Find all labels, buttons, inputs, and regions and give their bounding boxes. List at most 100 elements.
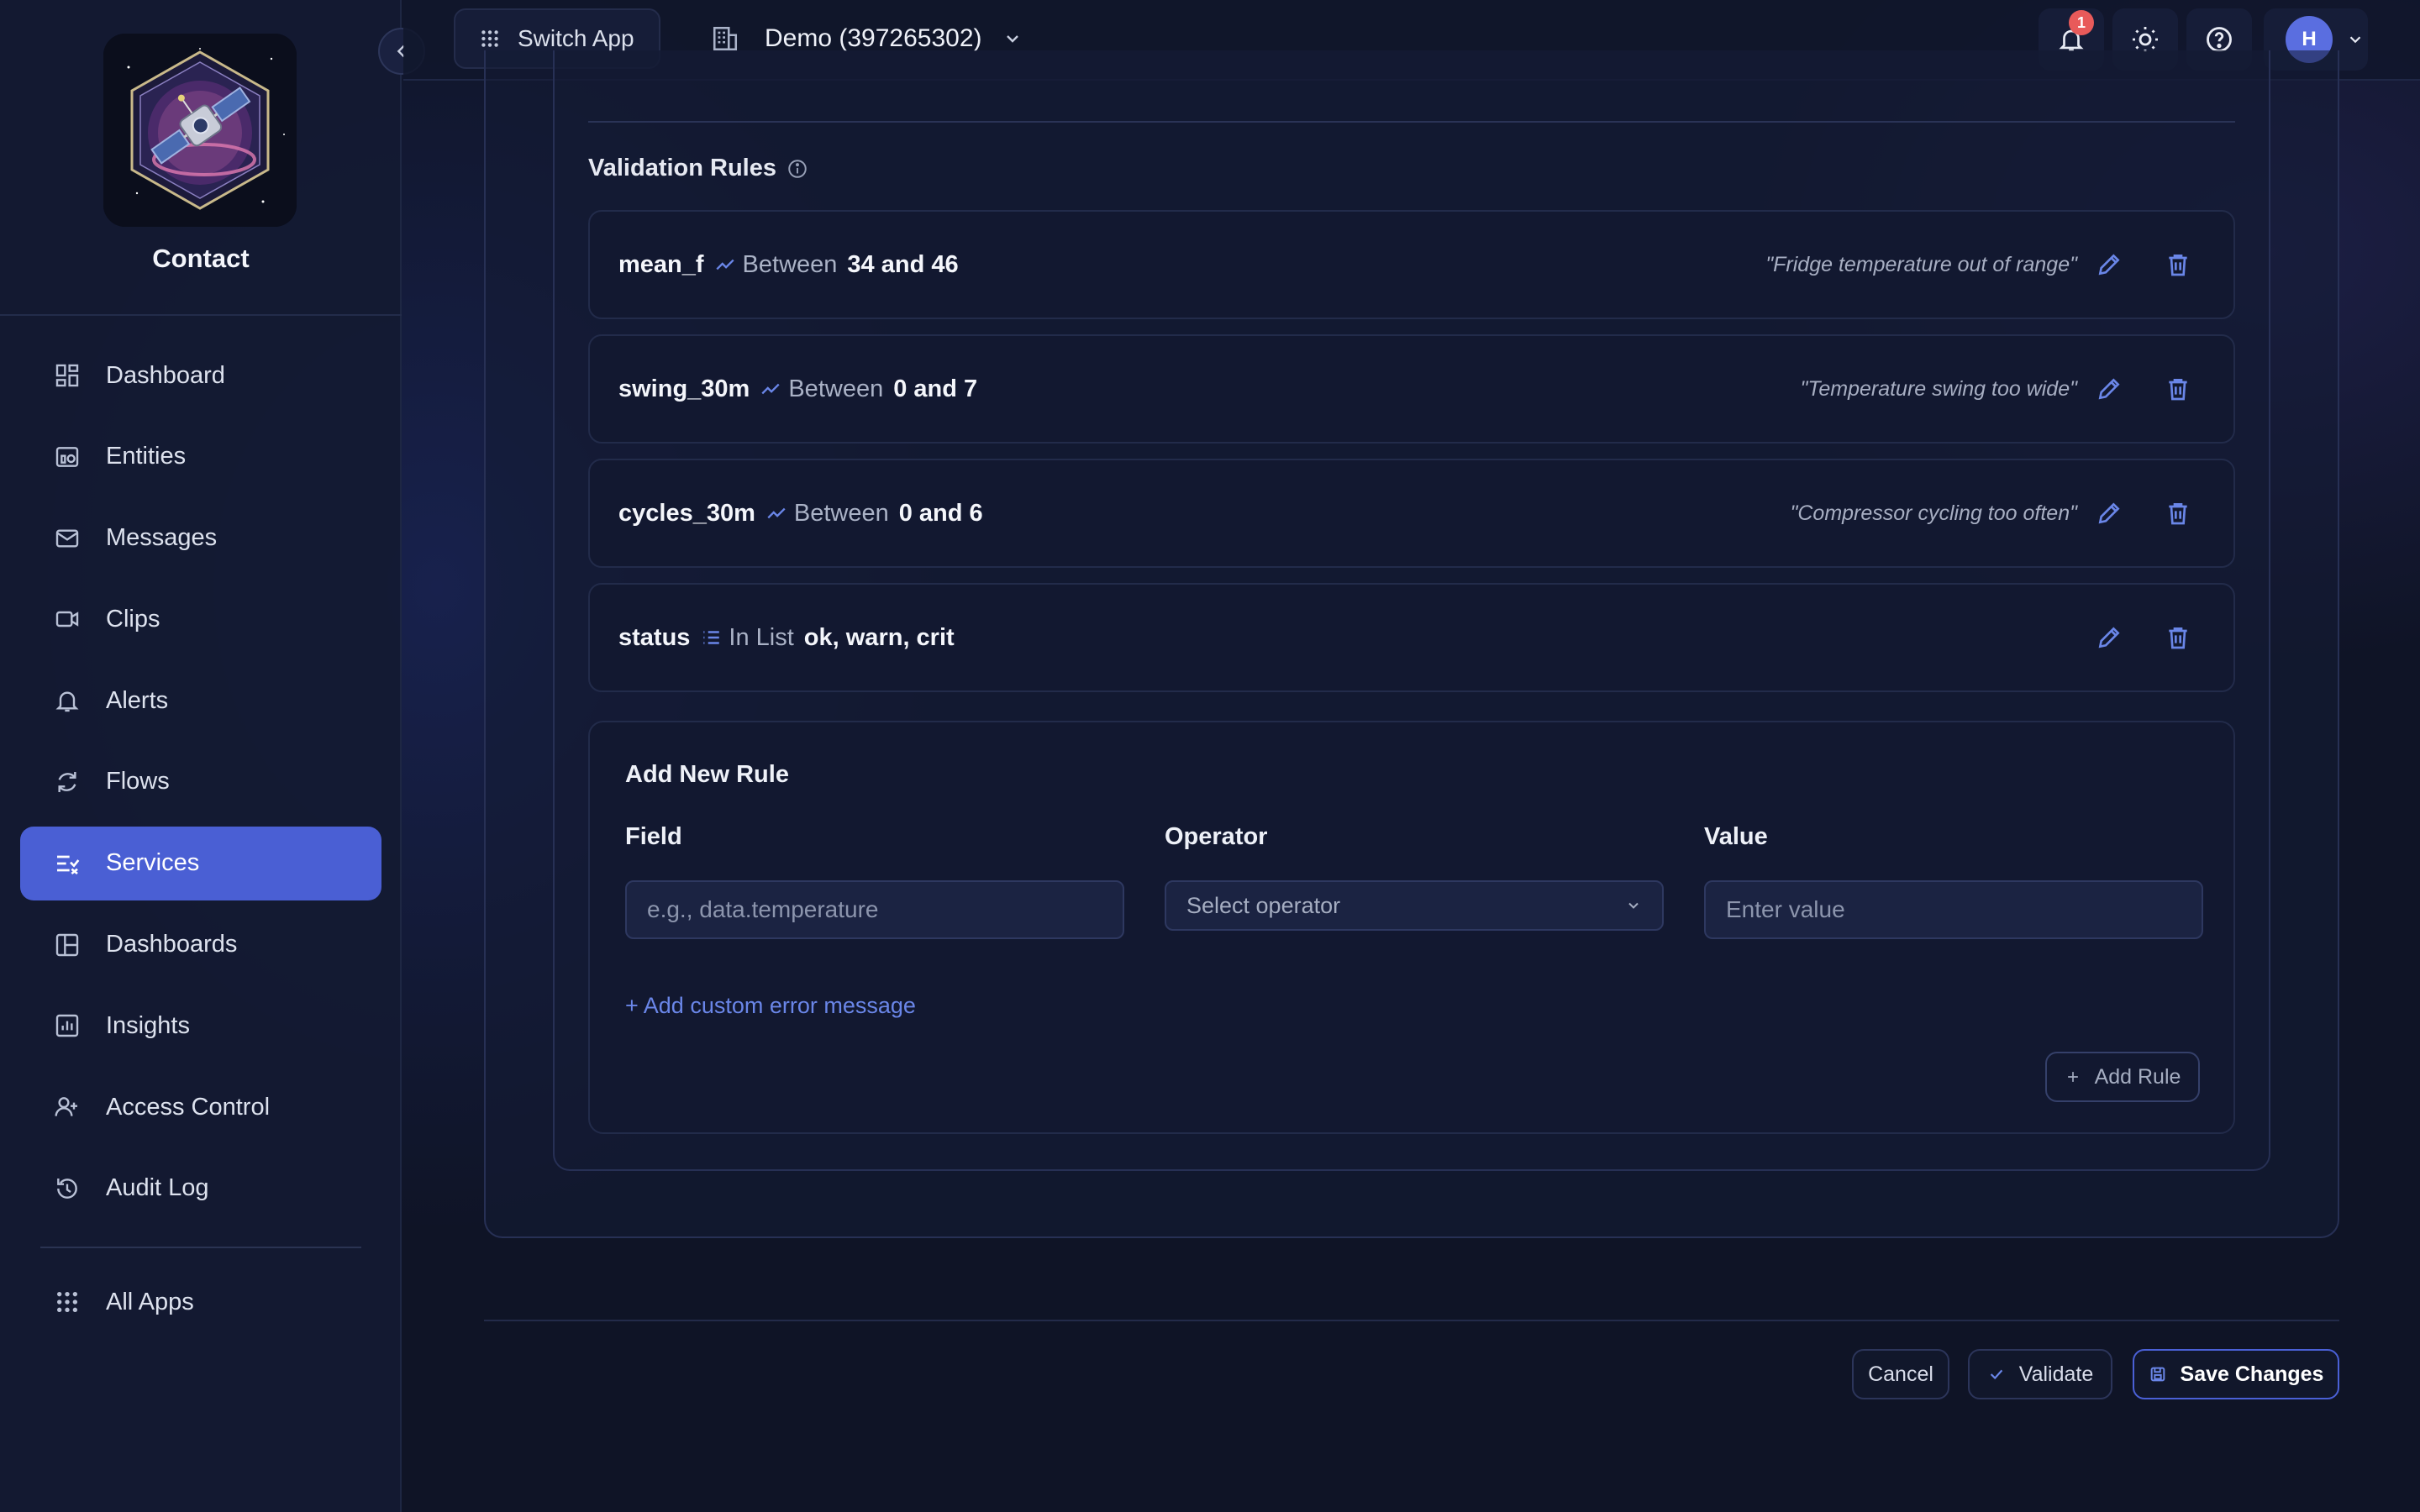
sidebar-item-insights[interactable]: Insights: [20, 989, 381, 1063]
section-divider: [588, 121, 2235, 123]
field-label: Field: [625, 823, 682, 850]
validate-button[interactable]: Validate: [1968, 1349, 2112, 1399]
edit-rule-button[interactable]: [2096, 375, 2123, 402]
trash-icon: [2169, 379, 2187, 401]
dashboard-icon: [52, 360, 82, 391]
sidebar-item-clips[interactable]: Clips: [20, 582, 381, 656]
add-rule-button[interactable]: Add Rule: [2045, 1052, 2200, 1102]
sidebar-bottom-nav: All Apps: [20, 1265, 381, 1347]
save-icon: [2149, 1365, 2167, 1383]
sidebar-item-label: Entities: [106, 443, 187, 470]
check-icon: [1987, 1365, 2006, 1383]
add-rule-form: Add New Rule Field Operator Value e.g., …: [588, 721, 2235, 1134]
sidebar-item-label: Insights: [106, 1011, 190, 1039]
sidebar-item-services[interactable]: Services: [20, 826, 381, 900]
save-changes-label: Save Changes: [2180, 1362, 2324, 1386]
edit-rule-button[interactable]: [2096, 251, 2123, 278]
trash-icon: [2169, 503, 2187, 525]
org-label: Demo (397265302): [765, 24, 982, 52]
rule-error-message: "Fridge temperature out of range": [1765, 252, 2077, 276]
sidebar-item-audit-log[interactable]: Audit Log: [20, 1152, 381, 1226]
add-rule-label: Add Rule: [2094, 1064, 2181, 1089]
rule-operator: Between: [742, 250, 838, 278]
rule-error-message: "Compressor cycling too often": [1790, 501, 2077, 525]
pencil-icon: [2098, 254, 2120, 276]
rule-error-message: "Temperature swing too wide": [1800, 376, 2078, 401]
chevron-down-icon: [2346, 30, 2365, 49]
sidebar-separator: [40, 1247, 361, 1248]
field-input[interactable]: e.g., data.temperature: [625, 880, 1124, 939]
list-check-icon: [52, 848, 82, 879]
refresh-icon: [52, 767, 82, 797]
sidebar-item-label: Alerts: [106, 686, 169, 714]
sidebar-item-dashboard[interactable]: Dashboard: [20, 339, 381, 412]
cancel-button[interactable]: Cancel: [1852, 1349, 1949, 1399]
rule-row: cycles_30m Between 0 and 6 "Compressor c…: [588, 459, 2235, 568]
trash-icon: [2169, 627, 2187, 649]
delete-rule-button[interactable]: [2165, 500, 2191, 527]
sidebar-item-label: Dashboard: [106, 361, 225, 389]
sidebar-item-messages[interactable]: Messages: [20, 501, 381, 575]
trend-icon: [765, 502, 787, 524]
sidebar-item-label: Access Control: [106, 1093, 271, 1121]
pencil-icon: [2098, 502, 2120, 524]
grid-icon: [479, 28, 501, 50]
sidebar-item-label: Audit Log: [106, 1174, 209, 1202]
rule-value: ok, warn, crit: [803, 623, 955, 651]
save-changes-button[interactable]: Save Changes: [2133, 1349, 2339, 1399]
trend-icon: [714, 254, 736, 276]
building-icon: [711, 24, 739, 53]
app-logo: [103, 34, 297, 227]
validate-label: Validate: [2018, 1362, 2094, 1386]
rule-operator: Between: [788, 375, 884, 402]
sidebar-item-alerts[interactable]: Alerts: [20, 664, 381, 738]
cancel-label: Cancel: [1868, 1362, 1933, 1386]
value-input[interactable]: Enter value: [1704, 880, 2203, 939]
trend-icon: [760, 378, 781, 400]
operator-select[interactable]: Select operator: [1165, 880, 1664, 931]
info-icon[interactable]: [786, 158, 808, 180]
delete-rule-button[interactable]: [2165, 375, 2191, 402]
delete-rule-button[interactable]: [2165, 624, 2191, 651]
video-icon: [52, 604, 82, 634]
chevron-down-icon: [1625, 897, 1642, 914]
mail-icon: [52, 523, 82, 554]
pencil-icon: [2098, 378, 2120, 400]
users-icon: [52, 1092, 82, 1122]
rule-value: 34 and 46: [847, 250, 959, 278]
pencil-icon: [2098, 627, 2120, 648]
edit-rule-button[interactable]: [2096, 624, 2123, 651]
operator-label: Operator: [1165, 823, 1268, 850]
sidebar-item-access-control[interactable]: Access Control: [20, 1070, 381, 1144]
validation-rules-title: Validation Rules: [588, 155, 776, 181]
rule-row: status In List ok, warn, crit: [588, 583, 2235, 692]
sidebar-item-label: Messages: [106, 524, 218, 552]
sidebar-item-label: Clips: [106, 605, 160, 633]
edit-rule-button[interactable]: [2096, 500, 2123, 527]
value-label: Value: [1704, 823, 1768, 850]
sidebar-item-dashboards[interactable]: Dashboards: [20, 908, 381, 982]
entities-icon: [52, 442, 82, 472]
grid-icon: [52, 1287, 82, 1317]
history-icon: [52, 1173, 82, 1204]
sidebar-item-label: All Apps: [106, 1288, 194, 1315]
rule-row: swing_30m Between 0 and 7 "Temperature s…: [588, 334, 2235, 444]
rule-field: status: [618, 623, 691, 651]
sidebar-item-flows[interactable]: Flows: [20, 745, 381, 819]
sidebar-divider: [0, 314, 402, 316]
validation-rules-heading: Validation Rules: [588, 155, 808, 182]
sidebar-item-label: Services: [106, 849, 200, 877]
sidebar: Contact Dashboard Entities Messages Clip…: [0, 0, 402, 1512]
trash-icon: [2169, 255, 2187, 276]
rule-value: 0 and 6: [898, 499, 983, 527]
rule-field: mean_f: [618, 250, 704, 278]
sidebar-item-all-apps[interactable]: All Apps: [20, 1265, 381, 1339]
operator-select-value: Select operator: [1186, 892, 1341, 918]
chevron-down-icon: [1002, 29, 1023, 49]
layout-icon: [52, 930, 82, 960]
add-custom-error-message-link[interactable]: + Add custom error message: [625, 993, 916, 1019]
sidebar-item-label: Flows: [106, 768, 170, 795]
rule-operator: Between: [793, 499, 889, 527]
delete-rule-button[interactable]: [2165, 251, 2191, 278]
sidebar-item-entities[interactable]: Entities: [20, 420, 381, 494]
